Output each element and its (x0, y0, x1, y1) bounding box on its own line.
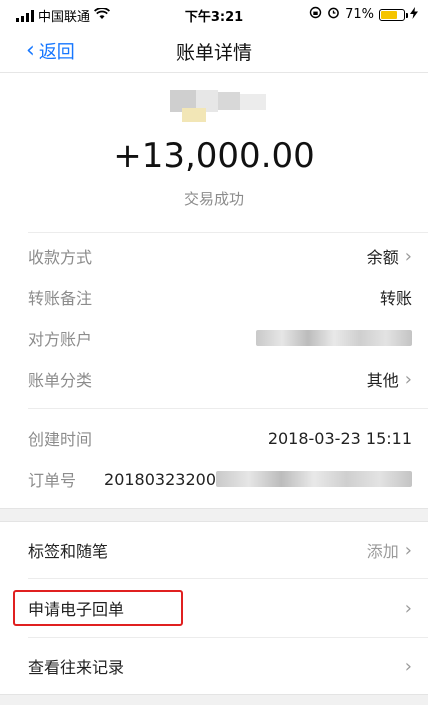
chevron-right-icon: › (404, 597, 412, 619)
tags-and-notes-item[interactable]: 标签和随笔 添加 › (28, 530, 412, 570)
bottom-separator (0, 694, 428, 705)
order-number-label: 订单号 (28, 471, 77, 490)
chevron-right-icon: › (404, 655, 412, 677)
row-created-time: 创建时间 2018-03-23 15:11 (28, 418, 412, 458)
order-number-value: 20180323200 (104, 469, 216, 489)
chevron-right-icon: › (404, 245, 412, 267)
transfer-note-value: 转账 (379, 289, 412, 308)
counterparty-account-label: 对方账户 (28, 330, 93, 349)
highlight-box (13, 590, 183, 626)
row-counterparty-account: 对方账户 (28, 318, 412, 358)
counterparty-avatar-blurred (170, 90, 266, 124)
chevron-right-icon: › (404, 368, 412, 390)
row-order-number: 订单号 20180323200 (28, 459, 412, 499)
row-bill-category[interactable]: 账单分类 其他 › (28, 359, 412, 399)
transaction-status: 交易成功 (183, 190, 244, 208)
navigation-bar: ‹ 返回 账单详情 (0, 28, 428, 73)
status-icons: 71% (309, 6, 418, 23)
created-time-value: 2018-03-23 15:11 (267, 428, 412, 448)
tags-and-notes-label: 标签和随笔 (28, 542, 109, 561)
status-bar: 中国联通 下午3:21 71% (0, 0, 428, 28)
created-time-label: 创建时间 (28, 430, 93, 449)
chevron-right-icon: › (404, 539, 412, 561)
add-tag-label: 添加 (366, 542, 399, 561)
payment-method-label: 收款方式 (28, 248, 93, 267)
payment-method-value: 余额 (366, 248, 399, 267)
row-payment-method[interactable]: 收款方式 余额 › (28, 236, 412, 276)
rotation-lock-icon (309, 6, 322, 23)
row-transfer-note: 转账备注 转账 (28, 277, 412, 317)
bill-category-label: 账单分类 (28, 371, 93, 390)
view-history-label: 查看往来记录 (28, 658, 125, 677)
view-history-item[interactable]: 查看往来记录 › (28, 646, 412, 686)
battery-icon (379, 8, 408, 21)
transaction-amount: +13,000.00 (113, 136, 315, 176)
bill-category-value: 其他 (366, 371, 399, 390)
page-title: 账单详情 (175, 42, 252, 64)
counterparty-account-value-blurred (256, 330, 412, 346)
section-separator (0, 508, 428, 522)
alarm-icon (327, 6, 340, 23)
battery-percent: 71% (345, 7, 374, 22)
charging-icon (410, 6, 418, 23)
transfer-note-label: 转账备注 (28, 289, 93, 308)
order-number-blurred (216, 471, 412, 487)
